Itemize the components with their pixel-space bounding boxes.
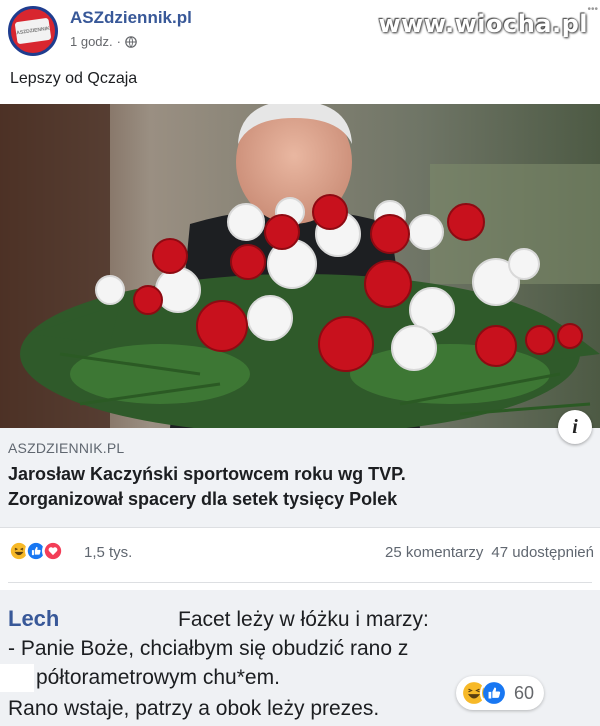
comment: Lech Facet leży w łóżku i marzy: - Panie… [0,590,600,726]
post-text: Lepszy od Qczaja [10,70,138,87]
info-icon[interactable]: i [558,410,592,444]
link-title[interactable]: Jarosław Kaczyński sportowcem roku wg TV… [8,462,568,512]
flowers-photo [0,104,600,428]
comment-line-4: Rano wstaje, patrzy a obok leży prezes. [8,697,380,720]
comment-line-3: półtorametrowym chu*em. [36,666,280,689]
post-header: ASZDZIENNIK ASZdziennik.pl 1 godz. · www… [0,0,600,62]
page-avatar[interactable]: ASZDZIENNIK [8,6,58,56]
link-title-line-1: Jarosław Kaczyński sportowcem roku wg TV… [8,464,406,484]
engagement-stats: 25 komentarzy 47 udostępnień [385,544,594,561]
reactions-bar: 1,5 tys. 25 komentarzy 47 udostępnień [0,528,600,578]
divider [8,582,592,583]
avatar-logo: ASZDZIENNIK [14,17,52,45]
comments-count[interactable]: 25 komentarzy [385,544,483,561]
post-time[interactable]: 1 godz. [70,34,113,49]
post-meta: 1 godz. · [70,34,137,49]
link-preview-image[interactable] [0,104,600,428]
comment-reactions[interactable]: 60 [456,676,545,710]
link-preview[interactable]: i ASZDZIENNIK.PL Jarosław Kaczyński spor… [0,410,600,528]
comment-line-1: Facet leży w łóżku i marzy: [178,608,429,631]
shares-count[interactable]: 47 udostępnień [491,544,594,561]
comment-line-2: - Panie Boże, chciałbym się obudzić rano… [8,637,409,660]
comment-reaction-count: 60 [514,682,535,703]
meta-separator: · [116,34,121,49]
link-domain: ASZDZIENNIK.PL [8,440,125,456]
more-options-icon[interactable]: ••• [587,4,598,15]
reaction-icons[interactable] [8,540,64,562]
globe-icon[interactable] [125,35,137,48]
like-icon [480,679,508,707]
link-title-line-2: Zorganizował spacery dla setek tysięcy P… [8,489,398,509]
love-icon [42,540,64,562]
watermark-text: www.wiocha.pl [378,10,588,38]
page-name-link[interactable]: ASZdziennik.pl [70,8,192,28]
reaction-count[interactable]: 1,5 tys. [84,544,132,561]
comment-author[interactable]: Lech [8,606,59,632]
blank-patch [0,664,34,692]
